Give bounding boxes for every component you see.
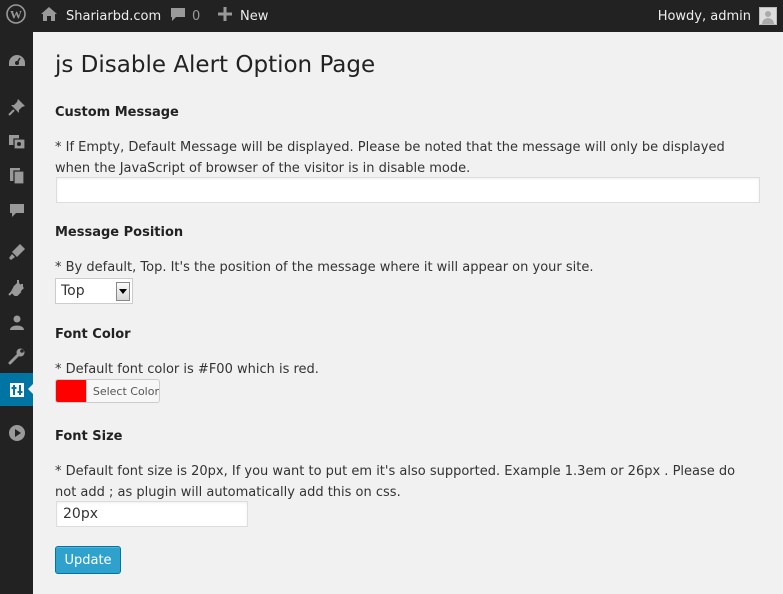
pin-icon [7, 98, 26, 116]
pages-icon [9, 167, 25, 185]
select-color-button[interactable]: Select Color [93, 385, 159, 398]
custom-message-input[interactable] [56, 177, 760, 203]
message-position-value: Top [61, 283, 85, 299]
menu-plugin-extra[interactable] [0, 416, 33, 449]
admin-menu [0, 32, 34, 594]
svg-text:W: W [10, 8, 22, 22]
plugins-icon [7, 278, 26, 296]
font-color-title: Font Color [55, 327, 131, 342]
message-position-select[interactable]: Top [55, 278, 133, 304]
menu-comments[interactable] [0, 193, 33, 226]
appearance-icon [8, 243, 26, 261]
site-name-link[interactable]: Shariarbd.com [40, 0, 161, 32]
tools-icon [8, 347, 26, 365]
menu-media[interactable] [0, 124, 33, 157]
my-account-link[interactable]: Howdy, admin [658, 0, 783, 32]
update-button[interactable]: Update [55, 546, 121, 574]
dashboard-icon [8, 53, 26, 69]
message-position-description: * By default, Top. It's the position of … [55, 260, 594, 275]
avatar [759, 7, 777, 25]
font-color-picker[interactable]: Select Color [55, 379, 160, 403]
menu-tools[interactable] [0, 339, 33, 372]
admin-bar: W Shariarbd.com 0 New Howdy, admin [0, 0, 783, 32]
font-size-input[interactable]: 20px [56, 501, 248, 527]
comments-link[interactable]: 0 [170, 0, 200, 32]
plus-icon [218, 7, 232, 25]
greeting: Howdy, admin [657, 8, 751, 24]
new-content-link[interactable]: New [218, 0, 268, 32]
dropdown-arrow-icon [116, 281, 130, 301]
media-icon [8, 132, 26, 150]
menu-plugins[interactable] [0, 270, 33, 303]
home-icon [40, 6, 58, 26]
custom-message-title: Custom Message [55, 105, 179, 120]
wordpress-logo-button[interactable]: W [0, 0, 32, 32]
menu-users[interactable] [0, 305, 33, 338]
color-swatch [56, 380, 87, 402]
font-size-title: Font Size [55, 429, 123, 444]
comments-count: 0 [192, 8, 201, 24]
menu-pages[interactable] [0, 159, 33, 192]
font-color-description: * Default font color is #F00 which is re… [55, 362, 319, 377]
comments-icon [9, 202, 25, 218]
menu-appearance[interactable] [0, 235, 33, 268]
menu-settings[interactable] [0, 373, 34, 406]
comment-bubble-icon [170, 6, 186, 26]
settings-icon [9, 382, 25, 398]
wordpress-icon: W [6, 4, 26, 28]
new-label: New [240, 8, 269, 24]
users-icon [9, 314, 25, 330]
menu-dashboard[interactable] [0, 44, 33, 77]
menu-posts[interactable] [0, 90, 33, 123]
site-name: Shariarbd.com [66, 8, 162, 24]
message-position-title: Message Position [55, 225, 184, 240]
play-icon [8, 424, 26, 442]
page-title: js Disable Alert Option Page [55, 52, 376, 78]
font-size-description: * Default font size is 20px, If you want… [55, 464, 736, 500]
custom-message-description: * If Empty, Default Message will be disp… [55, 140, 725, 176]
